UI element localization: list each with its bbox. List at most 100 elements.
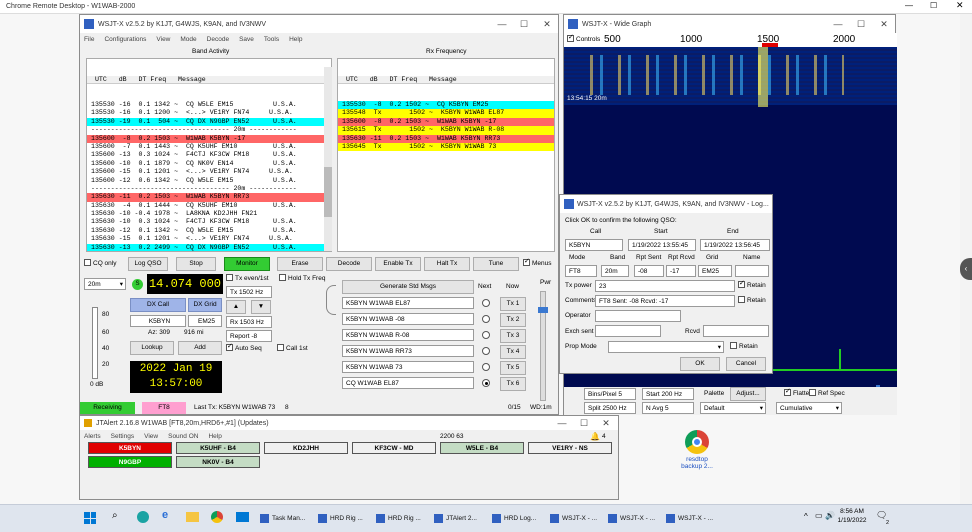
monitor-button[interactable]: Monitor — [224, 257, 270, 271]
chrome-taskbar-icon[interactable] — [211, 511, 223, 523]
band-activity-row[interactable]: 135600 -12 0.6 1342 ~ CQ W5LE EM15 U.S.A… — [87, 176, 331, 185]
maximize-icon[interactable]: ☐ — [930, 1, 937, 10]
cancel-button[interactable]: Cancel — [726, 357, 766, 371]
band-field[interactable]: 20m — [601, 265, 629, 277]
report-spinbox[interactable]: Report -8 — [226, 330, 272, 342]
rpt-sent-field[interactable]: -08 — [634, 265, 664, 277]
taskbar-item[interactable]: WSJT-X - ... — [666, 504, 722, 532]
band-activity-row[interactable]: 135630 -10 -0.4 1978 ~ LA8KNA KD2JHH FN2… — [87, 210, 331, 219]
menu-view[interactable]: View — [144, 433, 158, 440]
rx-frequency-row[interactable]: 135600 -8 0.2 1503 ~ W1WAB K5BYN -17 — [338, 117, 554, 127]
search-icon[interactable]: ⌕ — [112, 510, 118, 521]
taskbar-item[interactable]: HRD Log... — [492, 504, 548, 532]
rx-frequency-row[interactable]: 135630 -11 0.2 1503 ~ W1WAB K5BYN RR73 — [338, 134, 554, 143]
tx-next-radio[interactable] — [482, 299, 490, 307]
spectrum-mode-select[interactable]: Cumulative ▾ — [776, 402, 842, 414]
dx-call-input[interactable]: K5BYN — [130, 315, 186, 327]
band-activity-row[interactable]: 135530 -16 0.1 1342 ~ CQ W5LE EM15 U.S.A… — [87, 101, 331, 110]
retain-comments-checkbox[interactable]: Retain — [738, 296, 766, 304]
grid-field[interactable]: EM25 — [698, 265, 732, 277]
tx-even-checkbox[interactable]: Tx even/1st — [226, 274, 269, 282]
tx-message-field[interactable]: K5BYN W1WAB RR73 — [342, 345, 474, 357]
tx-next-radio[interactable] — [482, 315, 490, 323]
jtalert-callsign[interactable]: K5BYN — [88, 442, 172, 454]
band-activity-row[interactable]: 135630 -10 0.3 1024 ~ F4CTJ KF3CW FM18 U… — [87, 218, 331, 227]
tx-4-button[interactable]: Tx 4 — [500, 345, 526, 359]
close-icon[interactable]: ✕ — [535, 15, 559, 33]
name-field[interactable] — [735, 265, 769, 277]
rx-frequency-row[interactable]: 135548 Tx 1502 ~ K5BYN W1WAB EL87 — [338, 109, 554, 118]
close-icon[interactable]: ✕ — [594, 416, 618, 430]
band-activity-row[interactable]: 135630 -13 0.2 2499 ~ CQ DX N9GBP EN52 U… — [87, 243, 331, 251]
band-activity-row[interactable]: 135630 -4 0.1 1444 ~ CQ K5UHF EM10 U.S.A… — [87, 201, 331, 211]
band-activity-row[interactable]: 135630 -11 0.2 1503 ~ W1WAB K5BYN RR73 — [87, 193, 331, 202]
retain-prop-checkbox[interactable]: Retain — [730, 342, 758, 350]
controls-checkbox[interactable]: Controls — [567, 33, 600, 43]
lookup-button[interactable]: Lookup — [130, 341, 174, 355]
maximize-icon[interactable]: ☐ — [512, 15, 536, 33]
menu-decode[interactable]: Decode — [207, 36, 229, 43]
tx-next-radio[interactable] — [482, 363, 490, 371]
band-activity-scrollbar[interactable] — [324, 67, 332, 251]
rcvd-field[interactable] — [703, 325, 769, 337]
tx-5-button[interactable]: Tx 5 — [500, 361, 526, 375]
hold-tx-freq-checkbox[interactable]: Hold Tx Freq — [279, 274, 325, 282]
jtalert-callsign[interactable]: KF3CW - MD — [352, 442, 436, 454]
band-activity-row[interactable]: 135600 -8 0.2 1503 ~ W1WAB K5BYN -17 — [87, 134, 331, 143]
start-frequency-spinbox[interactable]: Start 200 Hz — [642, 388, 694, 400]
band-activity-row[interactable]: 135600 -15 0.1 1201 ~ <...> VE1RY FN74 U… — [87, 168, 331, 177]
maximize-icon[interactable]: ☐ — [849, 15, 873, 33]
erase-button[interactable]: Erase — [277, 257, 323, 271]
band-activity-row[interactable]: 135630 -15 0.1 1201 ~ <...> VE1RY FN74 U… — [87, 235, 331, 244]
auto-seq-checkbox[interactable]: Auto Seq — [226, 342, 262, 352]
band-activity-row[interactable]: 135600 -10 0.1 1879 ~ CQ NK0V EN14 U.S.A… — [87, 159, 331, 169]
menu-file[interactable]: File — [84, 36, 94, 43]
band-activity-list[interactable]: UTC dB DT Freq Message 135530 -16 0.1 13… — [86, 58, 332, 252]
tx-message-field[interactable]: K5BYN W1WAB -08 — [342, 313, 474, 325]
band-activity-row[interactable]: 135530 -19 0.1 504 ~ CQ DX N9GBP EN52 U.… — [87, 117, 331, 127]
jtalert-callsign[interactable]: W5LE - B4 — [440, 442, 524, 454]
band-activity-row[interactable]: ----------------------------------- 20m … — [87, 184, 331, 194]
tx-message-field[interactable]: K5BYN W1WAB R-08 — [342, 329, 474, 341]
tx-next-radio[interactable] — [482, 331, 490, 339]
tx-next-radio[interactable] — [482, 379, 490, 387]
tx-6-button[interactable]: Tx 6 — [500, 377, 526, 391]
band-activity-row[interactable]: 135600 -7 0.1 1443 ~ CQ K5UHF EM10 U.S.A… — [87, 142, 331, 152]
taskbar-item[interactable]: WSJT-X - ... — [608, 504, 664, 532]
tx-message-field[interactable]: K5BYN W1WAB EL87 — [342, 297, 474, 309]
tx-3-button[interactable]: Tx 3 — [500, 329, 526, 343]
call-field[interactable]: K5BYN — [565, 239, 623, 251]
close-icon[interactable]: ✕ — [956, 0, 964, 11]
tx-message-field[interactable]: CQ W1WAB EL87 — [342, 377, 474, 389]
menu-help[interactable]: Help — [208, 433, 221, 440]
jtalert-callsign[interactable]: VE1RY - NS — [528, 442, 612, 454]
jtalert-callsign[interactable]: KD2JHH — [264, 442, 348, 454]
taskbar-item[interactable]: WSJT-X - ... — [550, 504, 606, 532]
minimize-icon[interactable]: — — [490, 15, 514, 33]
band-activity-row[interactable]: ----------------------------------- 20m … — [87, 126, 331, 135]
clock[interactable]: 8:56 AM 1/19/2022 — [832, 507, 872, 525]
generate-std-msgs-button[interactable]: Generate Std Msgs — [342, 280, 474, 294]
rx-frequency-list[interactable]: UTC dB DT Freq Message 135530 -8 0.2 150… — [337, 58, 555, 252]
tune-button[interactable]: Tune — [473, 257, 519, 271]
decode-button[interactable]: Decode — [326, 257, 372, 271]
tx-frequency-spinbox[interactable]: Tx 1502 Hz — [226, 286, 272, 298]
band-activity-row[interactable]: 135630 -12 0.1 1342 ~ CQ W5LE EM15 U.S.A… — [87, 226, 331, 236]
add-button[interactable]: Add — [178, 341, 222, 355]
jtalert-callsign[interactable]: N9GBP — [88, 456, 172, 468]
minimize-icon[interactable]: — — [905, 1, 913, 10]
taskbar-item[interactable]: JTAlert 2... — [434, 504, 490, 532]
folder-icon[interactable] — [186, 512, 199, 522]
close-icon[interactable]: ✕ — [872, 15, 896, 33]
bins-per-pixel-spinbox[interactable]: Bins/Pixel 5 — [584, 388, 636, 400]
desktop-chrome-shortcut[interactable]: resdtop backup 2... — [676, 430, 718, 480]
bell-icon[interactable]: 🔔 — [590, 432, 600, 441]
menu-mode[interactable]: Mode — [180, 36, 196, 43]
enable-tx-button[interactable]: Enable Tx — [375, 257, 421, 271]
exch-sent-field[interactable] — [595, 325, 661, 337]
windows-start-icon[interactable] — [84, 512, 96, 524]
menu-sound[interactable]: Sound ON — [168, 433, 198, 440]
taskbar-item[interactable]: Task Man... — [260, 504, 316, 532]
maximize-icon[interactable]: ☐ — [572, 416, 596, 430]
tx-1-button[interactable]: Tx 1 — [500, 297, 526, 311]
